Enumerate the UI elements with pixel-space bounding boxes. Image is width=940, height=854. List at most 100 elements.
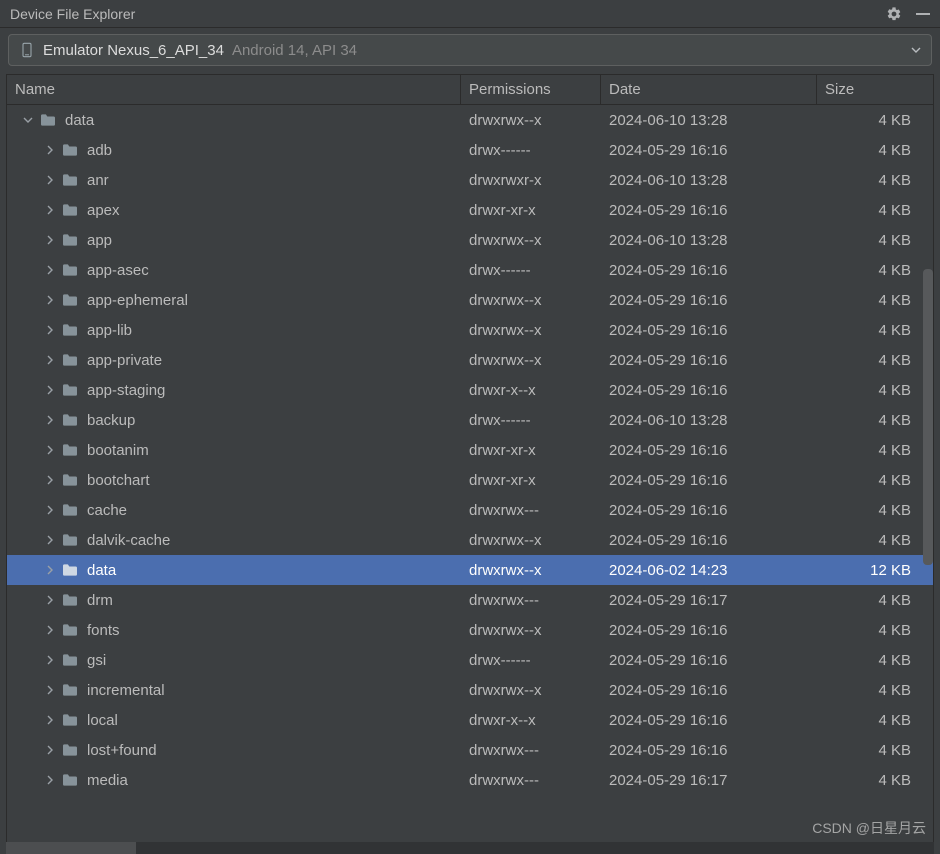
folder-icon	[61, 562, 79, 578]
row-permissions: drwxrwx---	[461, 772, 601, 789]
row-permissions: drwxrwx--x	[461, 292, 601, 309]
chevron-right-icon[interactable]	[43, 263, 57, 277]
folder-icon	[39, 112, 57, 128]
table-row[interactable]: backupdrwx------2024-06-10 13:284 KB	[7, 405, 933, 435]
row-date: 2024-05-29 16:16	[601, 712, 817, 729]
col-size[interactable]: Size	[817, 75, 933, 104]
chevron-right-icon[interactable]	[43, 563, 57, 577]
row-name: local	[87, 712, 118, 729]
row-permissions: drwxrwx---	[461, 592, 601, 609]
table-row[interactable]: fontsdrwxrwx--x2024-05-29 16:164 KB	[7, 615, 933, 645]
row-size: 4 KB	[817, 742, 933, 759]
table-row[interactable]: app-asecdrwx------2024-05-29 16:164 KB	[7, 255, 933, 285]
folder-icon	[61, 712, 79, 728]
table-row[interactable]: adbdrwx------2024-05-29 16:164 KB	[7, 135, 933, 165]
row-size: 4 KB	[817, 712, 933, 729]
table-row[interactable]: dalvik-cachedrwxrwx--x2024-05-29 16:164 …	[7, 525, 933, 555]
table-row[interactable]: anrdrwxrwxr-x2024-06-10 13:284 KB	[7, 165, 933, 195]
table-row[interactable]: drmdrwxrwx---2024-05-29 16:174 KB	[7, 585, 933, 615]
table-row[interactable]: bootanimdrwxr-xr-x2024-05-29 16:164 KB	[7, 435, 933, 465]
chevron-right-icon[interactable]	[43, 293, 57, 307]
row-size: 4 KB	[817, 142, 933, 159]
row-name: incremental	[87, 682, 165, 699]
chevron-right-icon[interactable]	[43, 383, 57, 397]
table-row[interactable]: gsidrwx------2024-05-29 16:164 KB	[7, 645, 933, 675]
panel-title: Device File Explorer	[10, 6, 135, 22]
row-date: 2024-05-29 16:16	[601, 292, 817, 309]
row-date: 2024-05-29 16:16	[601, 652, 817, 669]
device-info: Android 14, API 34	[232, 42, 357, 59]
chevron-right-icon[interactable]	[43, 353, 57, 367]
table-row[interactable]: mediadrwxrwx---2024-05-29 16:174 KB	[7, 765, 933, 795]
chevron-right-icon[interactable]	[43, 653, 57, 667]
row-name: app-lib	[87, 322, 132, 339]
device-icon	[19, 42, 35, 58]
chevron-right-icon[interactable]	[43, 503, 57, 517]
table-row[interactable]: datadrwxrwx--x2024-06-02 14:2312 KB	[7, 555, 933, 585]
col-date[interactable]: Date	[601, 75, 817, 104]
table-row[interactable]: app-libdrwxrwx--x2024-05-29 16:164 KB	[7, 315, 933, 345]
h-scroll-track[interactable]	[6, 842, 934, 854]
chevron-right-icon[interactable]	[43, 443, 57, 457]
v-scroll-thumb[interactable]	[923, 269, 933, 565]
chevron-right-icon[interactable]	[43, 743, 57, 757]
chevron-right-icon[interactable]	[43, 713, 57, 727]
table-row[interactable]: app-stagingdrwxr-x--x2024-05-29 16:164 K…	[7, 375, 933, 405]
table-row[interactable]: apexdrwxr-xr-x2024-05-29 16:164 KB	[7, 195, 933, 225]
table-row[interactable]: bootchartdrwxr-xr-x2024-05-29 16:164 KB	[7, 465, 933, 495]
chevron-right-icon[interactable]	[43, 593, 57, 607]
chevron-right-icon[interactable]	[43, 203, 57, 217]
table-row[interactable]: incrementaldrwxrwx--x2024-05-29 16:164 K…	[7, 675, 933, 705]
row-size: 4 KB	[817, 622, 933, 639]
row-date: 2024-06-10 13:28	[601, 412, 817, 429]
chevron-right-icon[interactable]	[43, 173, 57, 187]
row-name: app-private	[87, 352, 162, 369]
table-row[interactable]: lost+founddrwxrwx---2024-05-29 16:164 KB	[7, 735, 933, 765]
folder-icon	[61, 592, 79, 608]
chevron-right-icon[interactable]	[43, 623, 57, 637]
row-date: 2024-05-29 16:16	[601, 532, 817, 549]
chevron-right-icon[interactable]	[43, 473, 57, 487]
table-body: datadrwxrwx--x2024-06-10 13:284 KBadbdrw…	[7, 105, 933, 853]
chevron-right-icon[interactable]	[43, 413, 57, 427]
chevron-right-icon[interactable]	[43, 773, 57, 787]
table-row[interactable]: app-ephemeraldrwxrwx--x2024-05-29 16:164…	[7, 285, 933, 315]
col-permissions[interactable]: Permissions	[461, 75, 601, 104]
row-name: adb	[87, 142, 112, 159]
chevron-right-icon[interactable]	[43, 323, 57, 337]
row-size: 4 KB	[817, 472, 933, 489]
folder-icon	[61, 142, 79, 158]
table-row[interactable]: datadrwxrwx--x2024-06-10 13:284 KB	[7, 105, 933, 135]
table-row[interactable]: cachedrwxrwx---2024-05-29 16:164 KB	[7, 495, 933, 525]
folder-icon	[61, 322, 79, 338]
row-size: 4 KB	[817, 352, 933, 369]
file-table: Name Permissions Date Size datadrwxrwx--…	[6, 74, 934, 854]
row-size: 4 KB	[817, 112, 933, 129]
folder-icon	[61, 412, 79, 428]
folder-icon	[61, 622, 79, 638]
row-permissions: drwxrwx--x	[461, 682, 601, 699]
row-date: 2024-05-29 16:16	[601, 322, 817, 339]
row-date: 2024-05-29 16:16	[601, 472, 817, 489]
chevron-down-icon[interactable]	[21, 113, 35, 127]
chevron-right-icon[interactable]	[43, 533, 57, 547]
v-scroll-track[interactable]	[919, 105, 933, 853]
h-scroll-thumb[interactable]	[6, 842, 136, 854]
table-row[interactable]: localdrwxr-x--x2024-05-29 16:164 KB	[7, 705, 933, 735]
col-name[interactable]: Name	[7, 75, 461, 104]
chevron-right-icon[interactable]	[43, 233, 57, 247]
row-name: fonts	[87, 622, 120, 639]
chevron-right-icon[interactable]	[43, 683, 57, 697]
row-name: bootanim	[87, 442, 149, 459]
gear-icon[interactable]	[886, 6, 902, 22]
minimize-icon[interactable]	[916, 13, 930, 15]
chevron-right-icon[interactable]	[43, 143, 57, 157]
table-row[interactable]: app-privatedrwxrwx--x2024-05-29 16:164 K…	[7, 345, 933, 375]
row-date: 2024-05-29 16:16	[601, 502, 817, 519]
table-row[interactable]: appdrwxrwx--x2024-06-10 13:284 KB	[7, 225, 933, 255]
folder-icon	[61, 442, 79, 458]
row-date: 2024-06-10 13:28	[601, 232, 817, 249]
row-date: 2024-05-29 16:17	[601, 592, 817, 609]
device-selector[interactable]: Emulator Nexus_6_API_34 Android 14, API …	[8, 34, 932, 66]
row-permissions: drwxrwx--x	[461, 562, 601, 579]
